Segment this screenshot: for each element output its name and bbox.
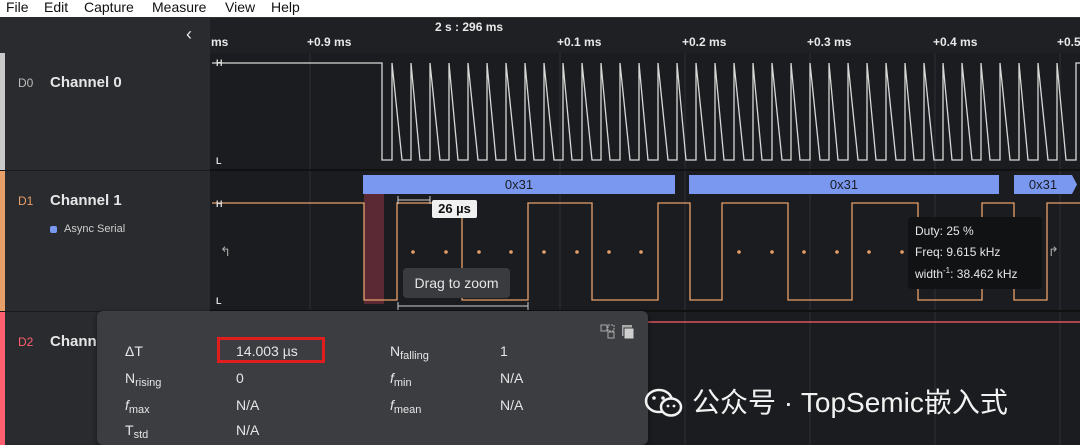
decoded-value: 0x31	[505, 177, 533, 192]
pulse-start-icon: ↰	[220, 244, 231, 259]
n-falling-sub: falling	[400, 350, 429, 362]
n-rising-sub: rising	[135, 377, 162, 389]
measurement-popup[interactable]: ΔT 14.003 µs Nfalling 1 Nrising 0 fmin N…	[97, 311, 648, 445]
f-min-value: N/A	[500, 370, 524, 386]
bit-sample-dot	[575, 250, 579, 254]
bit-sample-dot	[867, 250, 871, 254]
measurement-selection[interactable]	[364, 194, 384, 304]
level-low-label: L	[216, 296, 222, 306]
watermark-text: 公众号 · TopSemic嵌入式	[692, 387, 1008, 418]
f-mean-label: fmean	[390, 397, 422, 416]
inverse-width: width-1: 38.462 kHz	[915, 266, 1018, 281]
f-max-label: fmax	[125, 397, 150, 416]
bit-sample-dot	[542, 250, 546, 254]
highlight-box	[217, 337, 325, 363]
f-mean-sub: mean	[393, 404, 422, 416]
signal-stats-tooltip: Duty: 25 % Freq: 9.615 kHz width-1: 38.4…	[908, 217, 1042, 289]
level-low-label: L	[216, 156, 222, 166]
copy-icon[interactable]	[622, 325, 635, 340]
n-falling-symbol: N	[390, 343, 401, 359]
pulse-end-icon: ↱	[1048, 244, 1059, 259]
n-falling-value: 1	[500, 343, 508, 359]
t-std-symbol: T	[125, 422, 134, 438]
delta-t-label: ΔT	[125, 343, 143, 359]
bit-sample-dot	[835, 250, 839, 254]
n-falling-label: Nfalling	[390, 343, 429, 362]
drag-to-zoom-tooltip: Drag to zoom	[403, 268, 510, 298]
t-std-value: N/A	[236, 422, 260, 438]
bit-sample-dot	[411, 250, 415, 254]
pulse-width-label: 26 µs	[432, 200, 477, 218]
inverse-width-prefix: width	[915, 267, 944, 281]
level-high-label: H	[216, 58, 223, 68]
layout-icon[interactable]	[600, 324, 615, 339]
f-mean-value: N/A	[500, 397, 524, 413]
bit-sample-dot	[639, 250, 643, 254]
duty-cycle: Duty: 25 %	[915, 224, 974, 238]
bit-sample-dot	[607, 250, 611, 254]
bit-sample-dot	[509, 250, 513, 254]
decoded-value: 0x31	[830, 177, 858, 192]
watermark: 公众号 · TopSemic嵌入式	[644, 381, 1054, 425]
t-std-sub: std	[133, 429, 149, 441]
bit-sample-dot	[444, 250, 448, 254]
n-rising-label: Nrising	[125, 370, 162, 389]
bit-sample-dot	[477, 250, 481, 254]
inverse-width-value: : 38.462 kHz	[950, 267, 1018, 281]
n-rising-value: 0	[236, 370, 244, 386]
bit-sample-dot	[900, 250, 904, 254]
popup-actions	[600, 324, 636, 345]
level-high-label: H	[216, 199, 223, 209]
bit-sample-dot	[737, 250, 741, 254]
f-max-value: N/A	[236, 397, 260, 413]
frequency: Freq: 9.615 kHz	[915, 245, 1001, 259]
decoded-value: 0x31	[1029, 177, 1057, 192]
f-min-sub: min	[393, 377, 412, 389]
bit-sample-dot	[770, 250, 774, 254]
bit-sample-dot	[802, 250, 806, 254]
wechat-icon	[644, 388, 683, 417]
f-max-sub: max	[128, 404, 150, 416]
n-rising-symbol: N	[125, 370, 136, 386]
t-std-label: Tstd	[125, 422, 149, 441]
f-min-label: fmin	[390, 370, 412, 389]
